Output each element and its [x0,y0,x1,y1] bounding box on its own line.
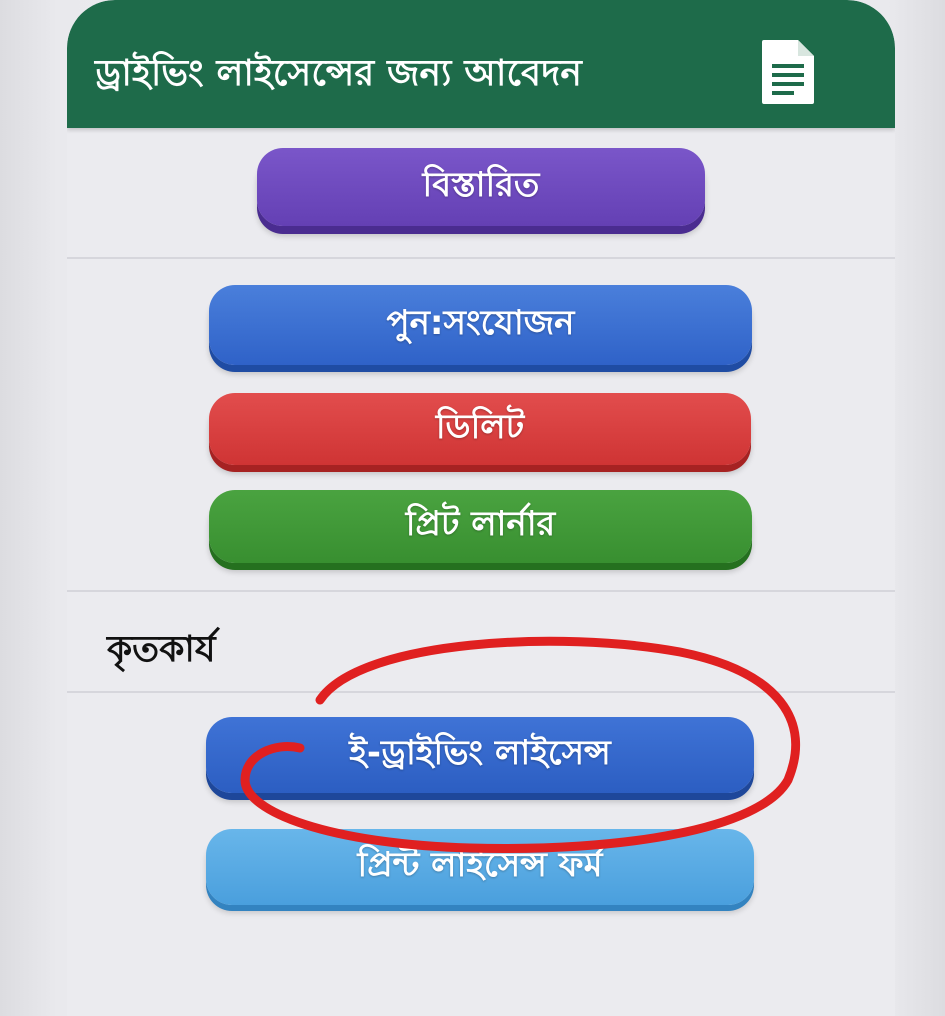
divider [67,691,895,693]
section-label-successful: কৃতকার্য [107,629,216,670]
print-learner-button[interactable]: প্রিট লার্নার [209,490,752,563]
divider [67,257,895,259]
details-button[interactable]: বিস্তারিত [257,148,705,226]
print-license-form-button[interactable]: প্রিন্ট লাইসেন্স ফর্ম [206,829,754,905]
document-icon [762,40,814,104]
license-application-card: ড্রাইভিং লাইসেন্সের জন্য আবেদন বিস্তারিত… [67,0,895,1016]
e-driving-license-button[interactable]: ই-ড্রাইভিং লাইসেন্স [206,717,754,793]
reconnect-button[interactable]: পুন:সংযোজন [209,285,752,365]
delete-button[interactable]: ডিলিট [209,393,751,465]
page-title: ড্রাইভিং লাইসেন্সের জন্য আবেদন [95,53,583,94]
divider [67,590,895,592]
card-header: ড্রাইভিং লাইসেন্সের জন্য আবেদন [67,0,895,128]
